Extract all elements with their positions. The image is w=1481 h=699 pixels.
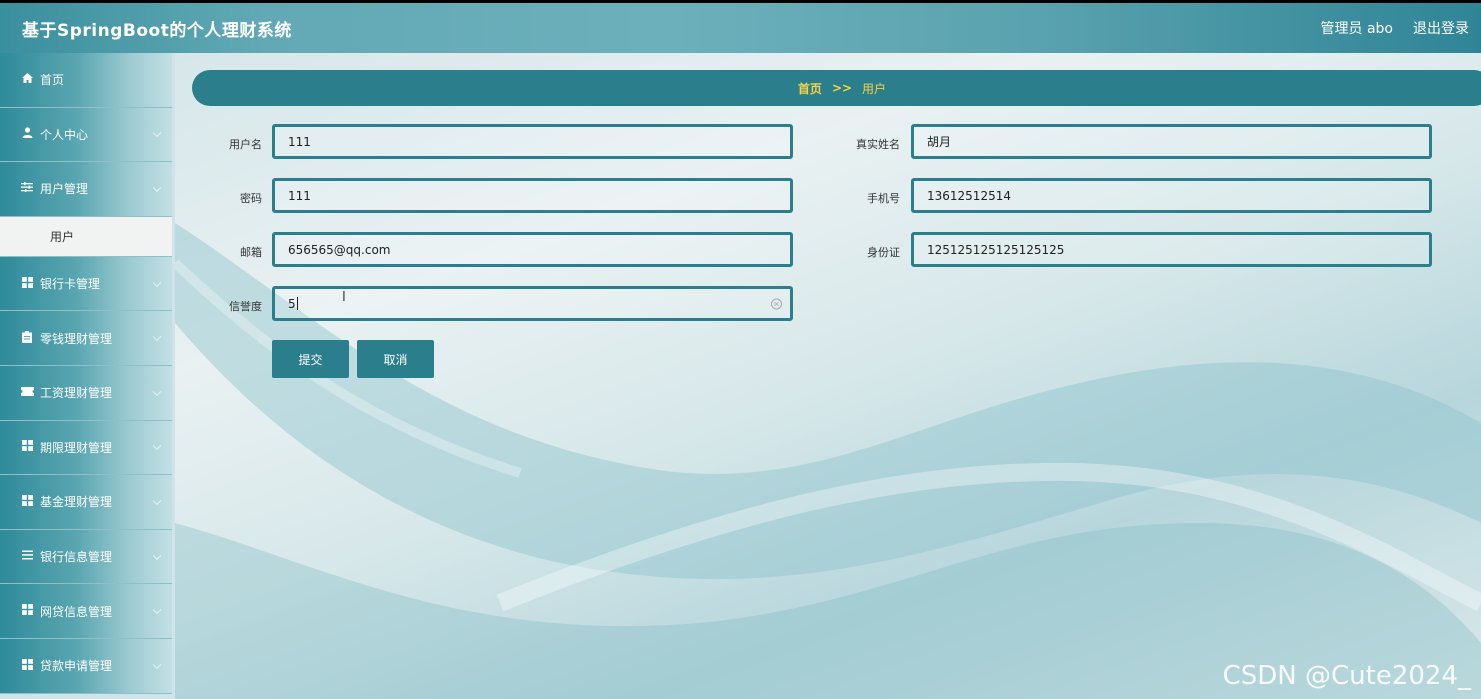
- chevron-down-icon: [152, 128, 162, 138]
- sidebar-item-label: 首页: [40, 73, 65, 88]
- current-user-label: 管理员 abo: [1320, 21, 1393, 37]
- chevron-down-icon: [152, 183, 162, 193]
- phone-value: 13612512514: [927, 188, 1011, 203]
- clipboard-icon: [20, 330, 34, 346]
- username-field[interactable]: 111: [272, 124, 793, 159]
- idcard-label: 身份证: [867, 246, 900, 259]
- email-field[interactable]: 656565@qq.com: [272, 232, 793, 267]
- sidebar-item-loan-application[interactable]: 贷款申请管理: [0, 638, 172, 694]
- logout-link[interactable]: 退出登录: [1413, 18, 1469, 38]
- breadcrumb-home-link[interactable]: 首页: [798, 80, 822, 97]
- idcard-value: 125125125125125125: [927, 242, 1065, 257]
- grid-icon: [20, 494, 34, 509]
- sidebar-item-label: 网贷信息管理: [40, 604, 113, 619]
- sidebar-item-label: 基金理财管理: [40, 495, 113, 510]
- username-value: 111: [288, 134, 311, 149]
- realname-field[interactable]: 胡月: [911, 124, 1432, 159]
- app-frame: 基于SpringBoot的个人理财系统 管理员 abo 退出登录 首页 个人中心…: [0, 3, 1481, 699]
- email-value: 656565@qq.com: [288, 242, 391, 257]
- chevron-down-icon: [152, 605, 162, 615]
- password-value: 111: [288, 188, 311, 203]
- sidebar-item-label: 期限理财管理: [40, 440, 113, 455]
- sidebar-item-personal-center[interactable]: 个人中心: [0, 107, 172, 163]
- credit-value: 5: [288, 296, 296, 311]
- sidebar-item-label: 贷款申请管理: [40, 659, 113, 674]
- sidebar-item-bank-info[interactable]: 银行信息管理: [0, 529, 172, 585]
- chevron-down-icon: [152, 387, 162, 396]
- sidebar-item-bank-card-management[interactable]: 银行卡管理: [0, 256, 172, 312]
- sidebar-menu: 首页 个人中心 用户管理 用户 银行卡管理 零钱理财管理 工资理财管理 期限理财…: [0, 53, 175, 699]
- sidebar-item-label: 银行卡管理: [40, 277, 101, 292]
- password-field[interactable]: 111: [272, 178, 793, 213]
- idcard-field[interactable]: 125125125125125125: [911, 232, 1432, 267]
- sidebar-item-user-management[interactable]: 用户管理: [0, 162, 172, 217]
- chevron-down-icon: [152, 660, 162, 669]
- grid-icon: [20, 440, 34, 454]
- list-icon: [20, 550, 34, 563]
- watermark-text: CSDN @Cute2024_: [1222, 661, 1471, 691]
- chevron-down-icon: [152, 332, 162, 342]
- credit-label: 信誉度: [229, 300, 262, 313]
- chevron-down-icon: [152, 496, 162, 505]
- realname-value: 胡月: [927, 135, 952, 149]
- sidebar-item-label: 工资理财管理: [40, 386, 113, 401]
- sidebar-item-online-loan-info[interactable]: 网贷信息管理: [0, 584, 172, 639]
- phone-label: 手机号: [867, 192, 900, 205]
- user-icon: [20, 127, 34, 141]
- sidebar-item-term-finance[interactable]: 期限理财管理: [0, 420, 172, 476]
- header-user-area: 管理员 abo 退出登录: [1321, 18, 1469, 38]
- sidebar-item-salary-finance[interactable]: 工资理财管理: [0, 365, 172, 421]
- chevron-down-icon: [152, 551, 162, 560]
- sidebar-item-label: 零钱理财管理: [40, 331, 113, 346]
- username-label: 用户名: [229, 138, 262, 151]
- mouse-ibeam-cursor-icon: I: [342, 290, 346, 305]
- sidebar-item-home[interactable]: 首页: [0, 53, 172, 108]
- breadcrumb-separator: >>: [831, 81, 853, 95]
- chevron-down-icon: [152, 441, 162, 451]
- grid-icon: [20, 658, 34, 673]
- sidebar-item-fund-finance[interactable]: 基金理财管理: [0, 475, 172, 530]
- sidebar-item-label: 银行信息管理: [40, 550, 113, 565]
- password-label: 密码: [240, 192, 262, 205]
- text-caret: [296, 297, 298, 310]
- grid-icon: [20, 604, 34, 618]
- breadcrumb: 首页 >> 用户: [192, 70, 1481, 106]
- sidebar-item-change-finance[interactable]: 零钱理财管理: [0, 311, 172, 366]
- breadcrumb-current: 用户: [862, 81, 887, 96]
- submit-button[interactable]: 提交: [272, 340, 349, 378]
- sliders-icon: [20, 182, 34, 195]
- home-icon: [20, 73, 34, 86]
- cancel-button[interactable]: 取消: [357, 340, 434, 378]
- email-label: 邮箱: [240, 246, 262, 259]
- ticket-icon: [20, 386, 34, 399]
- credit-field[interactable]: 5 ×: [272, 286, 793, 321]
- chevron-down-icon: [152, 278, 162, 287]
- phone-field[interactable]: 13612512514: [911, 178, 1432, 213]
- top-header-bar: 基于SpringBoot的个人理财系统 管理员 abo 退出登录: [0, 3, 1481, 53]
- app-title: 基于SpringBoot的个人理财系统: [22, 20, 292, 41]
- clear-input-icon[interactable]: ×: [771, 298, 782, 309]
- grid-icon: [20, 276, 34, 291]
- realname-label: 真实姓名: [856, 138, 900, 151]
- sidebar-item-label: 用户管理: [40, 182, 89, 197]
- background-wave-decoration: [171, 223, 1481, 699]
- sidebar-item-label: 个人中心: [40, 127, 89, 142]
- sidebar-subitem-user[interactable]: 用户: [0, 216, 172, 257]
